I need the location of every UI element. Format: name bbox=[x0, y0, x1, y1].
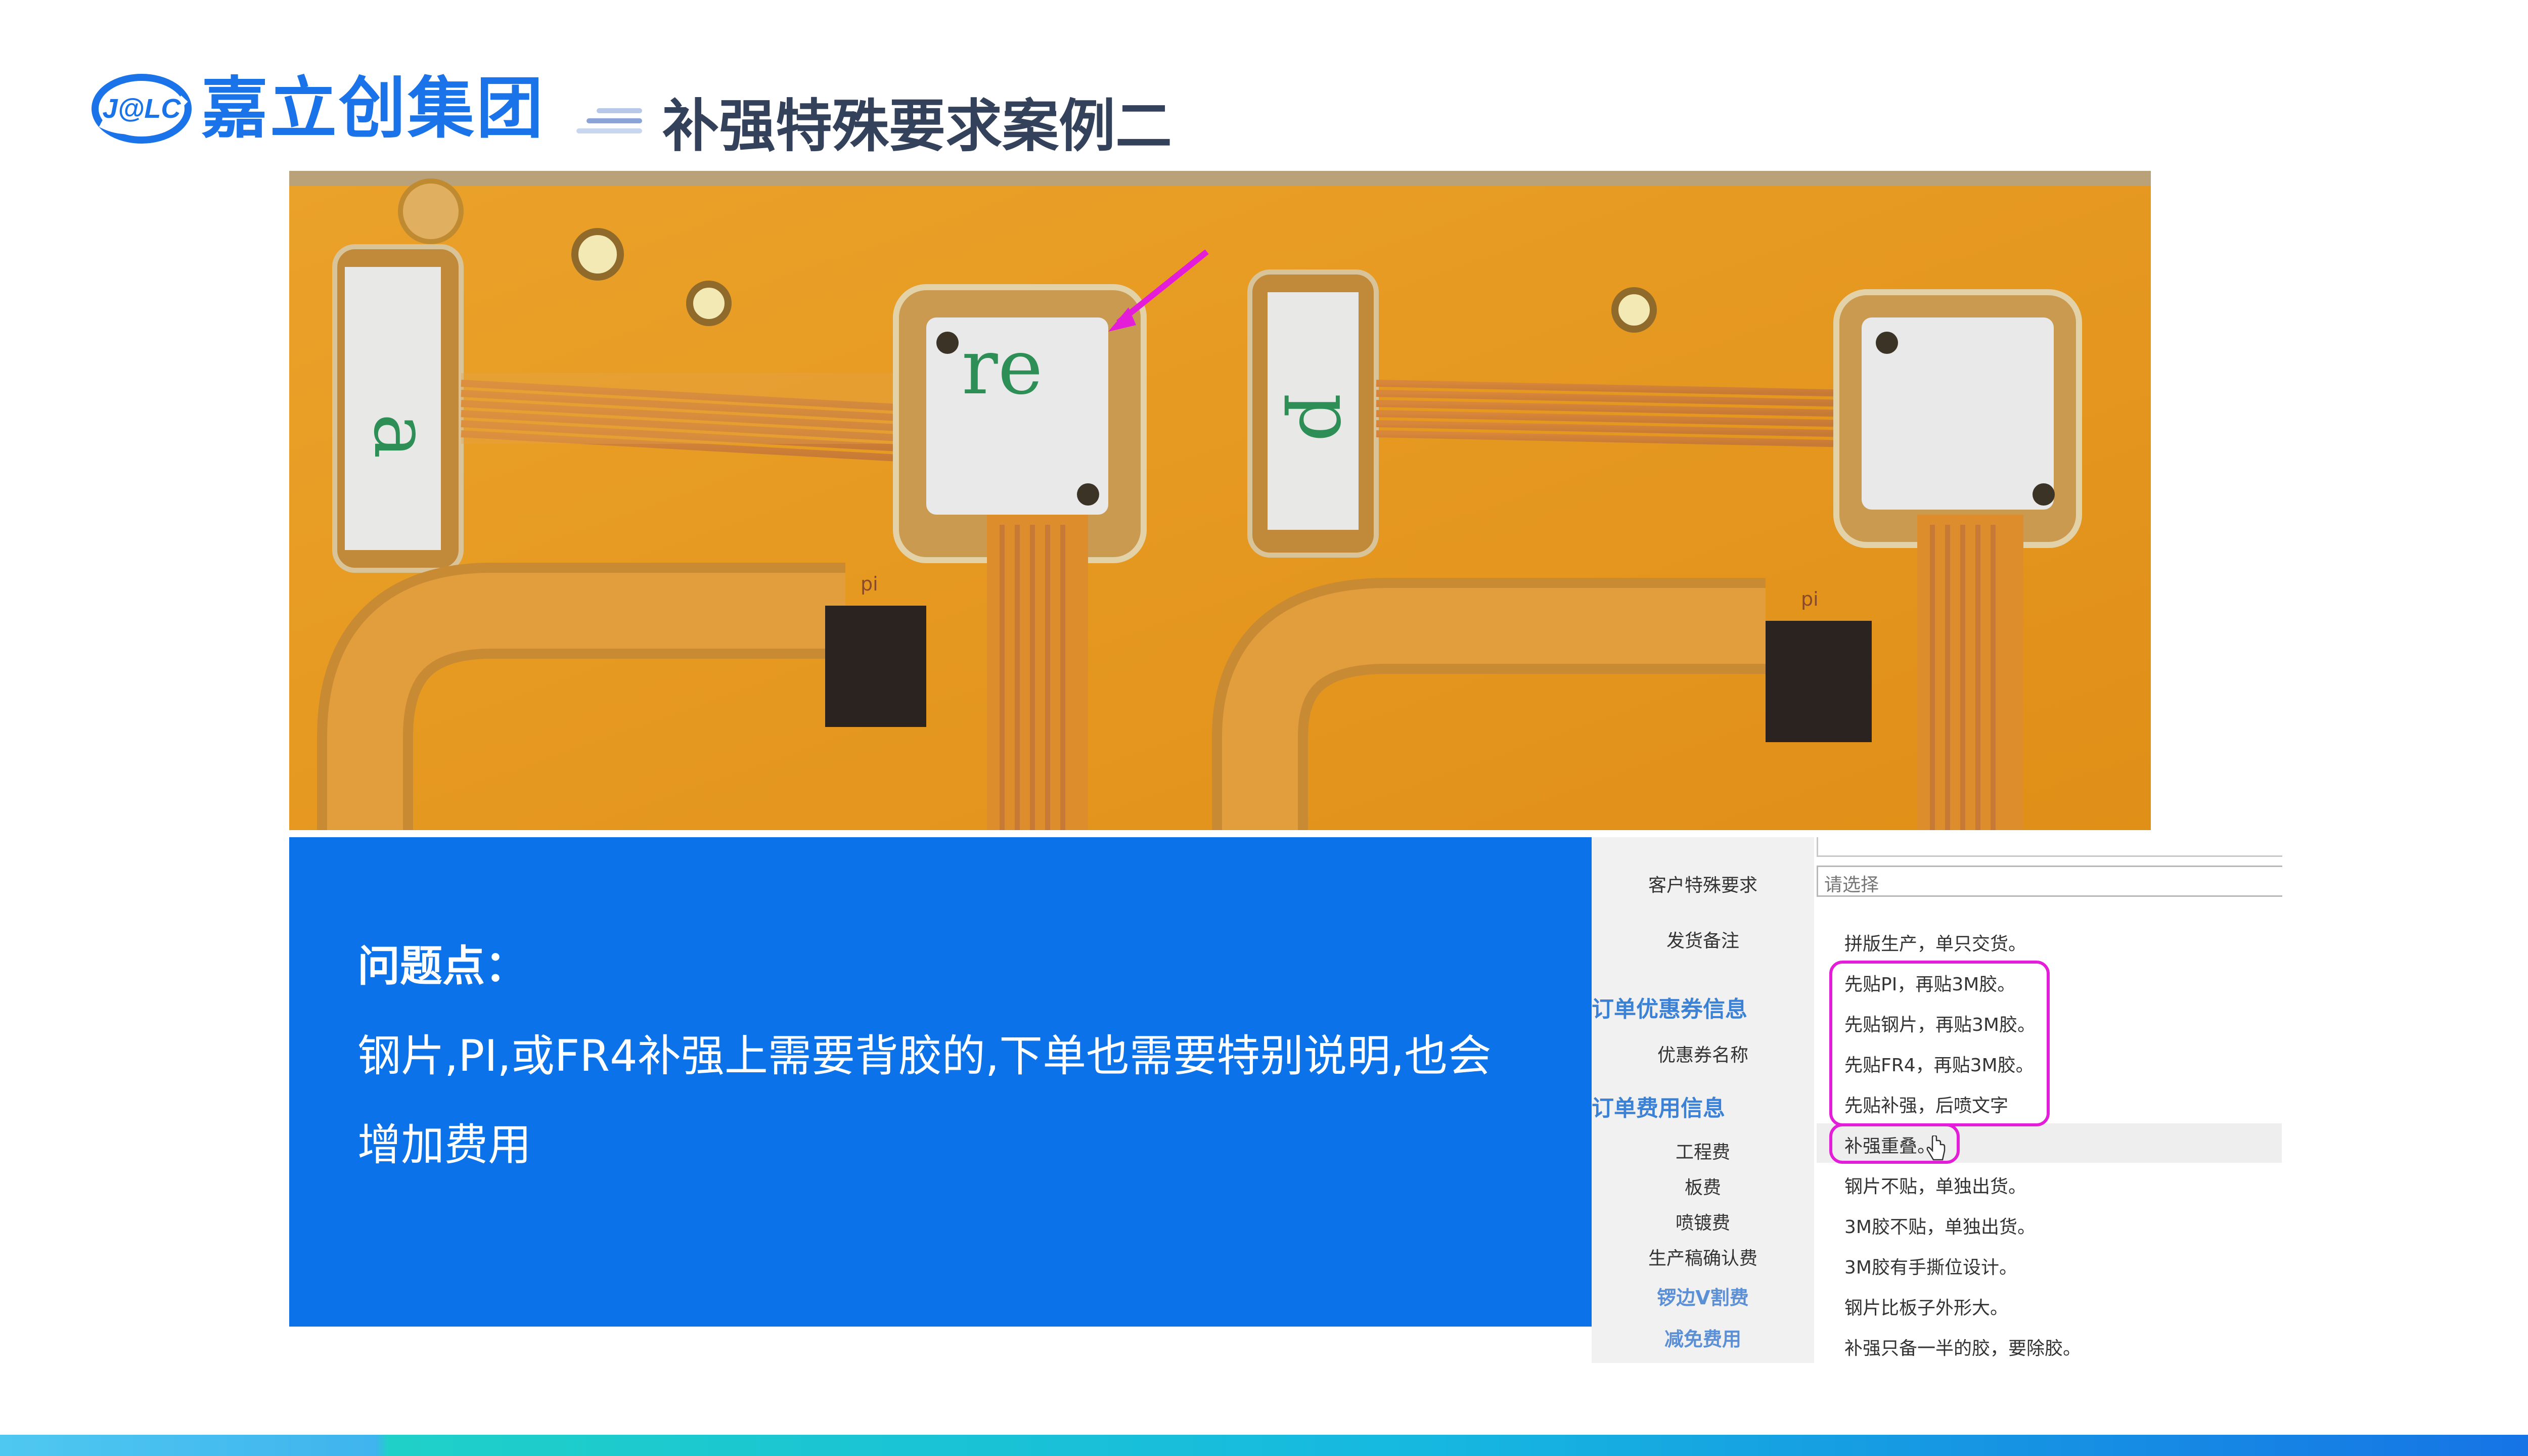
dropdown-option[interactable]: 补强只备一半的胶，要除胶。 bbox=[1844, 1334, 2081, 1360]
order-form-screenshot: 客户特殊要求 请选择 发货备注 订单优惠券信息 优惠券名称 订单费用信息 工程费… bbox=[1592, 837, 2282, 1363]
select-placeholder: 请选择 bbox=[1824, 875, 1879, 895]
company-name: 嘉立创集团 bbox=[201, 70, 545, 148]
v-cut-fee-link[interactable]: 锣边V割费 bbox=[1592, 1282, 1814, 1310]
dropdown-option[interactable]: 3M胶不贴，单独出货。 bbox=[1844, 1212, 2036, 1239]
discount-fee-link[interactable]: 减免费用 bbox=[1592, 1324, 1814, 1351]
coupon-name-label: 优惠券名称 bbox=[1657, 1045, 1748, 1066]
dropdown-option[interactable]: 拼版生产，单只交货。 bbox=[1844, 929, 2026, 956]
problem-heading: 问题点： bbox=[357, 941, 528, 991]
pad-label: pi bbox=[861, 573, 878, 595]
hand-cursor-icon bbox=[1926, 1135, 1946, 1161]
slide-title-block: 补强特殊要求案例二 bbox=[576, 86, 1172, 159]
stiffener-print-text: re bbox=[962, 324, 1043, 412]
dropdown-option[interactable]: 钢片不贴，单独出货。 bbox=[1844, 1172, 2026, 1198]
plating-fee-label: 喷镀费 bbox=[1675, 1213, 1730, 1234]
logo-mark-text: J@LC bbox=[103, 94, 182, 124]
engineering-fee-label: 工程费 bbox=[1675, 1142, 1730, 1163]
problem-panel: 问题点： 钢片,PI,或FR4补强上需要背胶的,下单也需要特别说明,也会增加费用 bbox=[289, 837, 1592, 1327]
dropdown-option[interactable]: 钢片比板子外形大。 bbox=[1844, 1293, 2008, 1320]
shipping-note-label: 发货备注 bbox=[1666, 931, 1739, 951]
special-requirement-label: 客户特殊要求 bbox=[1648, 875, 1757, 896]
dropdown-option[interactable]: 3M胶有手撕位设计。 bbox=[1844, 1253, 2017, 1279]
special-requirement-select[interactable]: 请选择 bbox=[1817, 866, 2282, 897]
problem-description: 钢片,PI,或FR4补强上需要背胶的,下单也需要特别说明,也会增加费用 bbox=[357, 1031, 1492, 1170]
production-confirm-fee-label: 生产稿确认费 bbox=[1648, 1248, 1757, 1269]
svg-text:a: a bbox=[357, 414, 445, 459]
svg-text:p: p bbox=[1282, 393, 1370, 442]
pad-label: pi bbox=[1801, 588, 1819, 610]
form-field-border bbox=[1817, 837, 2282, 857]
company-logo: J@LC 嘉立创集团 bbox=[91, 68, 545, 149]
coupon-section-title: 订单优惠券信息 bbox=[1592, 996, 1747, 1022]
jlc-logo-icon: J@LC bbox=[91, 68, 192, 149]
magenta-highlight-box bbox=[1829, 961, 2050, 1126]
speed-lines-icon bbox=[576, 108, 642, 133]
board-fee-label: 板费 bbox=[1684, 1177, 1721, 1198]
fee-section-title: 订单费用信息 bbox=[1592, 1096, 1725, 1121]
page-title: 补强特殊要求案例二 bbox=[662, 94, 1172, 159]
bottom-accent-bar bbox=[0, 1435, 2528, 1456]
fpc-stiffener-photo: a re p pi pi bbox=[289, 171, 2151, 830]
